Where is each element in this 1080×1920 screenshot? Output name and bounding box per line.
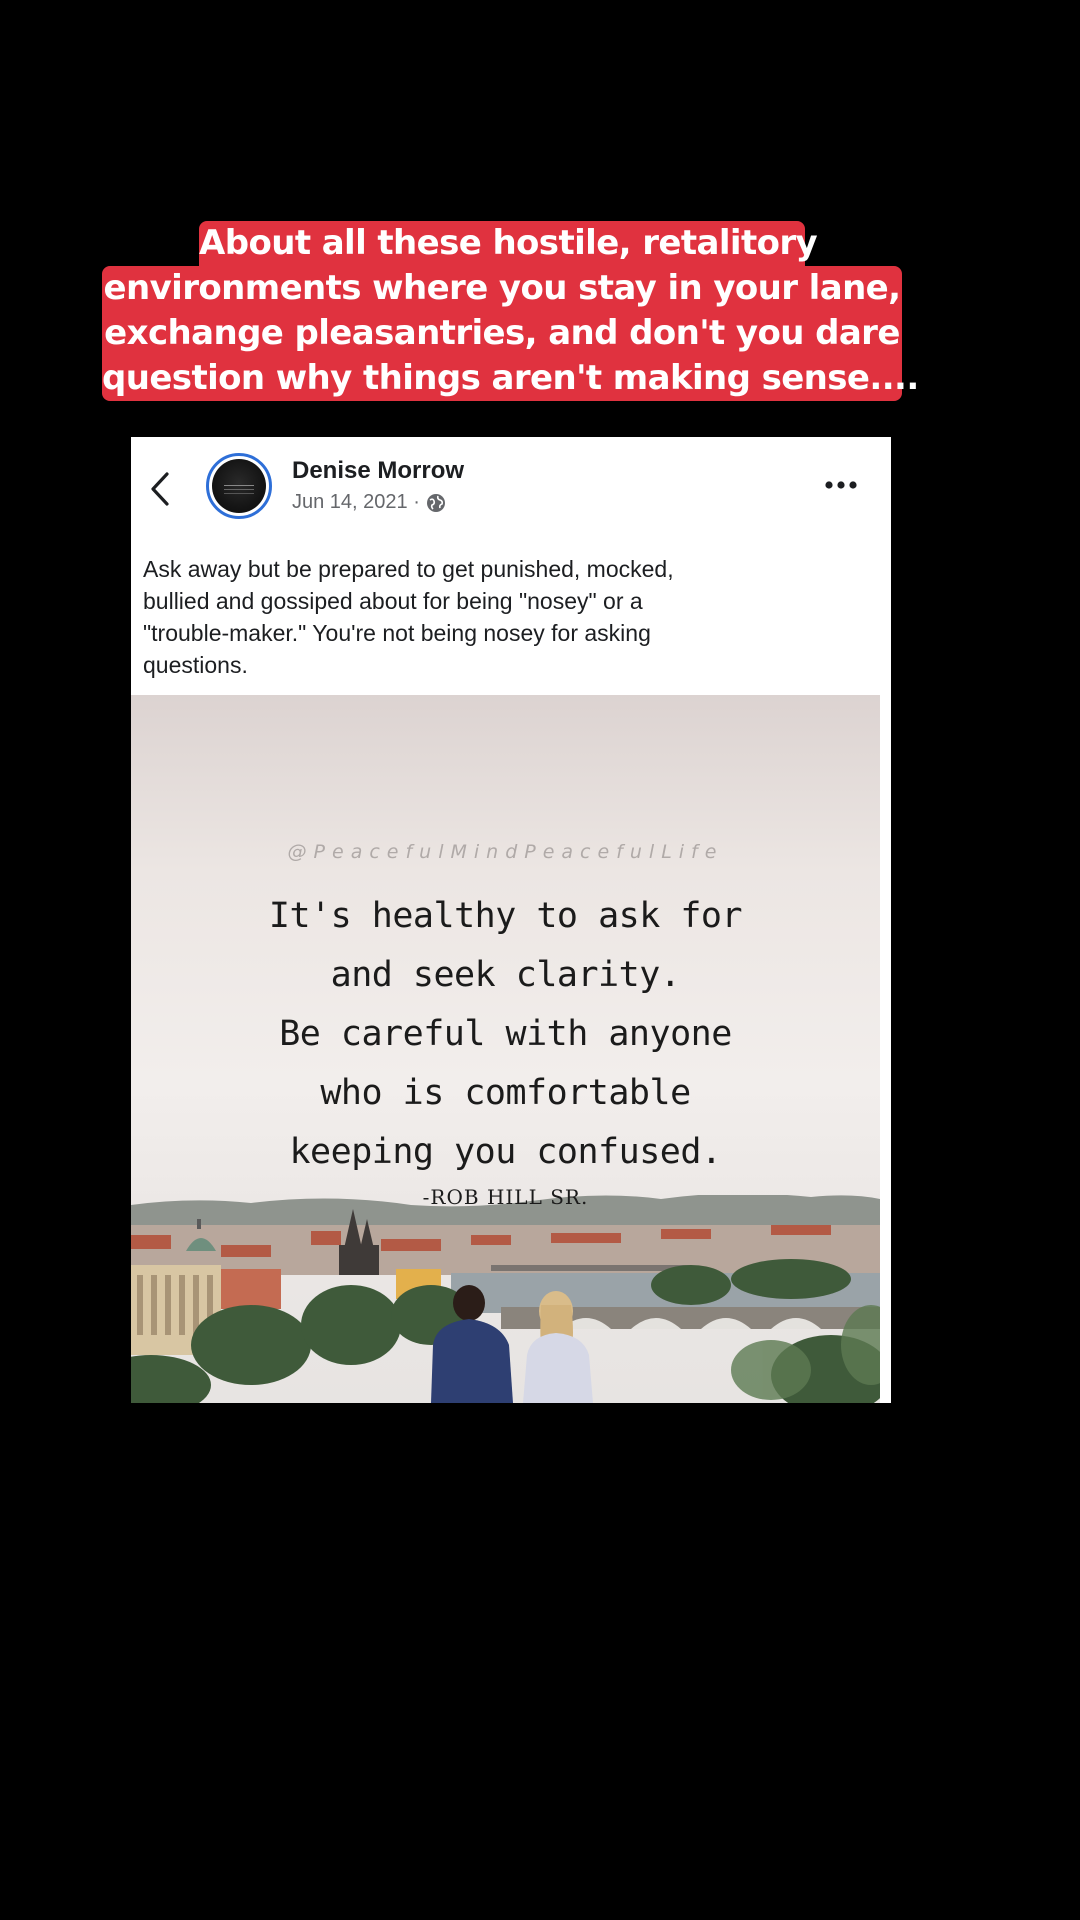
- caption-overlay: About all these hostile, retalitory envi…: [102, 221, 919, 421]
- city-river-scenery: [131, 1195, 880, 1403]
- caption-line: About all these hostile, retalitory: [199, 221, 818, 266]
- quote-attribution: -ROB HILL SR.: [422, 1185, 589, 1209]
- more-options-button[interactable]: [821, 473, 861, 497]
- quote-text: It's healthy to ask for and seek clarity…: [131, 887, 880, 1182]
- caption-line: environments where you stay in your lane…: [102, 266, 902, 311]
- post-text-line: "trouble-maker." You're not being nosey …: [143, 620, 651, 646]
- quote-line: keeping you confused.: [289, 1132, 722, 1172]
- quote-line: Be careful with anyone: [279, 1014, 732, 1054]
- caption-line: exchange pleasantries, and don't you dar…: [102, 311, 902, 356]
- quote-image[interactable]: @PeacefulMindPeacefulLife It's healthy t…: [131, 695, 880, 1403]
- quote-line: It's healthy to ask for: [268, 896, 743, 936]
- caption-line: question why things aren't making sense.…: [102, 356, 919, 401]
- post-date[interactable]: Jun 14, 2021 ·: [292, 491, 420, 514]
- post-text-line: questions.: [143, 652, 248, 678]
- post-text-line: bullied and gossiped about for being "no…: [143, 588, 643, 614]
- screen: About all these hostile, retalitory envi…: [0, 0, 1080, 1920]
- globe-icon: [426, 493, 445, 512]
- avatar-image: [212, 459, 266, 513]
- back-button[interactable]: [143, 469, 179, 509]
- avatar[interactable]: [206, 453, 272, 519]
- quote-line: who is comfortable: [320, 1073, 691, 1113]
- post-text-line: Ask away but be prepared to get punished…: [143, 556, 674, 582]
- post-card: Denise Morrow Jun 14, 2021 · Ask away bu…: [131, 437, 891, 1403]
- quote-line: and seek clarity.: [330, 955, 681, 995]
- post-author[interactable]: Denise Morrow: [292, 457, 464, 485]
- more-dots-icon: [825, 481, 857, 489]
- post-text: Ask away but be prepared to get punished…: [143, 553, 843, 681]
- chevron-left-icon: [151, 472, 169, 506]
- image-watermark-handle: @PeacefulMindPeacefulLife: [287, 841, 724, 863]
- post-meta: Jun 14, 2021 ·: [292, 491, 446, 514]
